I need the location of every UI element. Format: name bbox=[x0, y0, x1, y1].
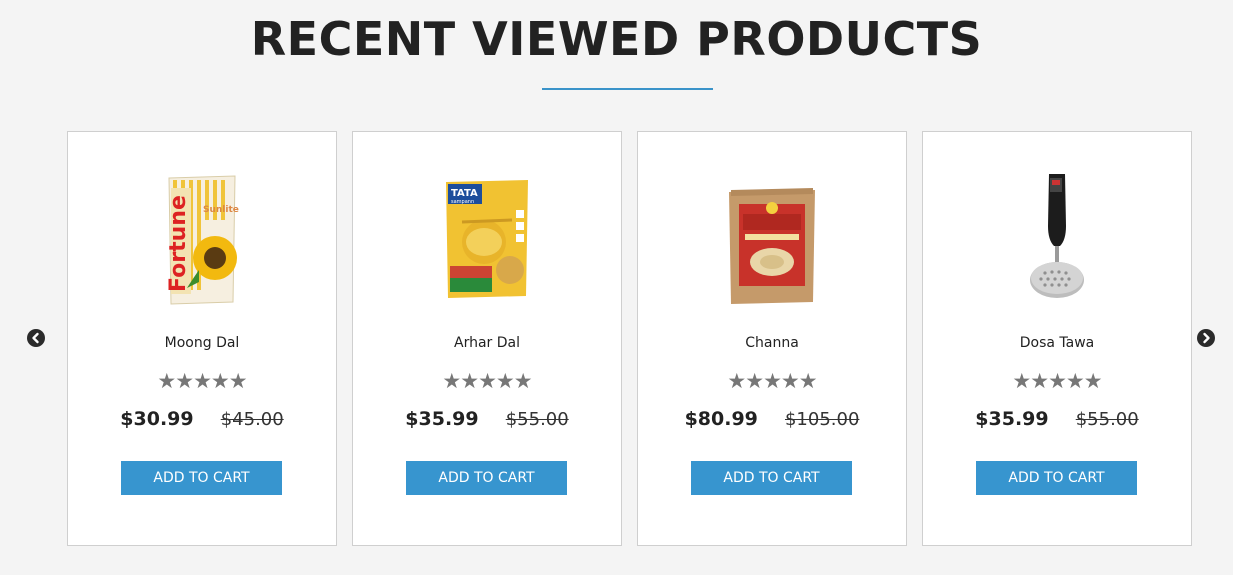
rating-stars: ★★★★★ bbox=[638, 370, 906, 392]
star-icon: ★ bbox=[513, 369, 533, 393]
carousel-prev-button[interactable] bbox=[27, 329, 45, 347]
star-icon: ★ bbox=[193, 369, 212, 393]
star-icon: ★ bbox=[442, 369, 461, 393]
rating-stars: ★★★★★ bbox=[68, 370, 336, 392]
star-icon: ★ bbox=[763, 369, 782, 393]
add-to-cart-button[interactable]: ADD TO CART bbox=[406, 461, 567, 495]
star-icon: ★ bbox=[228, 369, 248, 393]
product-card[interactable]: TATA sampann Arhar Dal ★★★★★ $35.99 $55.… bbox=[352, 131, 622, 546]
rating-stars: ★★★★★ bbox=[353, 370, 621, 392]
star-icon: ★ bbox=[478, 369, 497, 393]
star-icon: ★ bbox=[175, 369, 194, 393]
product-image-tata-toor-dal[interactable]: TATA sampann bbox=[432, 170, 542, 310]
add-to-cart-button[interactable]: ADD TO CART bbox=[691, 461, 852, 495]
price-row: $30.99 $45.00 bbox=[68, 408, 336, 430]
carousel-next-button[interactable] bbox=[1197, 329, 1215, 347]
chevron-right-icon bbox=[1203, 332, 1210, 344]
add-to-cart-button[interactable]: ADD TO CART bbox=[976, 461, 1137, 495]
svg-text:Fortune: Fortune bbox=[166, 195, 191, 292]
star-icon: ★ bbox=[1048, 369, 1067, 393]
star-icon: ★ bbox=[157, 369, 176, 393]
product-card[interactable]: Dosa Tawa ★★★★★ $35.99 $55.00 ADD TO CAR… bbox=[922, 131, 1192, 546]
star-icon: ★ bbox=[745, 369, 764, 393]
rating-stars: ★★★★★ bbox=[923, 370, 1191, 392]
star-icon: ★ bbox=[495, 369, 515, 393]
price: $80.99 bbox=[684, 408, 758, 430]
title-underline bbox=[542, 88, 713, 90]
star-icon: ★ bbox=[1083, 369, 1103, 393]
price: $30.99 bbox=[120, 408, 194, 430]
section-title: RECENT VIEWED PRODUCTS bbox=[250, 12, 983, 66]
star-icon: ★ bbox=[727, 369, 746, 393]
old-price: $55.00 bbox=[505, 409, 569, 430]
old-price: $45.00 bbox=[220, 409, 284, 430]
star-icon: ★ bbox=[460, 369, 479, 393]
star-icon: ★ bbox=[780, 369, 800, 393]
star-icon: ★ bbox=[210, 369, 230, 393]
product-image-potato-masher[interactable] bbox=[1002, 170, 1112, 310]
chevron-left-icon bbox=[32, 332, 39, 344]
product-name[interactable]: Arhar Dal bbox=[353, 335, 621, 351]
old-price: $105.00 bbox=[784, 409, 860, 430]
add-to-cart-button[interactable]: ADD TO CART bbox=[121, 461, 282, 495]
product-card[interactable]: Fortune Sunlite Moong Dal ★★★★★ $30.99 $… bbox=[67, 131, 337, 546]
product-image-aashirvaad-bag[interactable] bbox=[717, 170, 827, 310]
product-name[interactable]: Channa bbox=[638, 335, 906, 351]
product-image-fortune-oil[interactable]: Fortune Sunlite bbox=[147, 170, 257, 310]
price-row: $35.99 $55.00 bbox=[353, 408, 621, 430]
price-row: $80.99 $105.00 bbox=[638, 408, 906, 430]
star-icon: ★ bbox=[1065, 369, 1085, 393]
svg-text:TATA: TATA bbox=[451, 188, 478, 199]
svg-text:sampann: sampann bbox=[451, 199, 474, 205]
old-price: $55.00 bbox=[1075, 409, 1139, 430]
price-row: $35.99 $55.00 bbox=[923, 408, 1191, 430]
price: $35.99 bbox=[405, 408, 479, 430]
price: $35.99 bbox=[975, 408, 1049, 430]
star-icon: ★ bbox=[798, 369, 818, 393]
star-icon: ★ bbox=[1012, 369, 1031, 393]
product-name[interactable]: Dosa Tawa bbox=[923, 335, 1191, 351]
svg-text:Sunlite: Sunlite bbox=[203, 205, 239, 215]
product-name[interactable]: Moong Dal bbox=[68, 335, 336, 351]
star-icon: ★ bbox=[1030, 369, 1049, 393]
product-card[interactable]: Channa ★★★★★ $80.99 $105.00 ADD TO CART bbox=[637, 131, 907, 546]
